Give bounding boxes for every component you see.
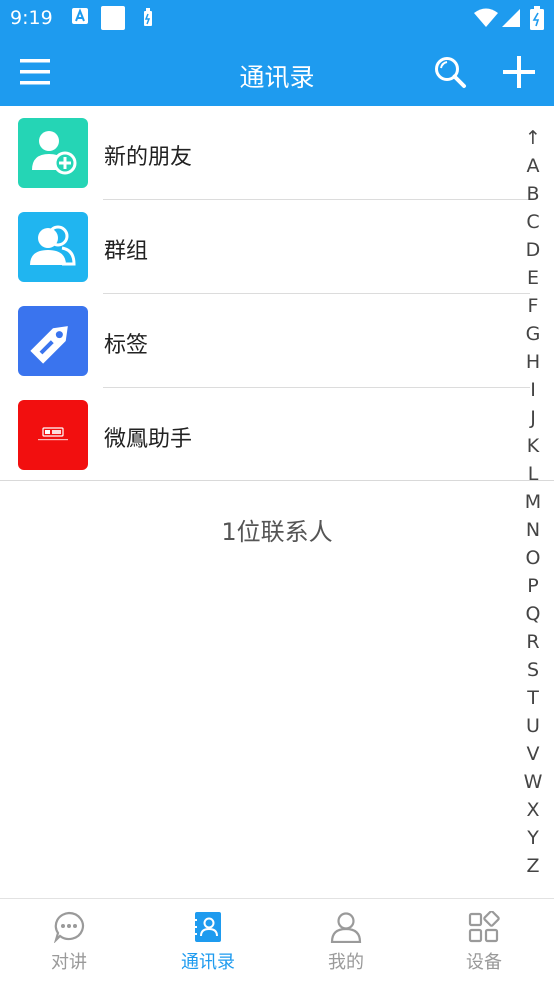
tab-talk[interactable]: 对讲 bbox=[0, 899, 138, 985]
index-letter[interactable]: I bbox=[522, 376, 544, 404]
index-letter[interactable]: D bbox=[522, 236, 544, 264]
tag-icon bbox=[18, 306, 88, 376]
index-letter[interactable]: G bbox=[522, 320, 544, 348]
groups-row[interactable]: 群组 bbox=[0, 200, 554, 294]
index-letter[interactable]: Z bbox=[522, 852, 544, 880]
index-letter[interactable]: L bbox=[522, 460, 544, 488]
index-letter[interactable]: M bbox=[522, 488, 544, 516]
add-icon[interactable] bbox=[502, 55, 536, 89]
group-icon bbox=[18, 212, 88, 282]
row-label-tags: 标签 bbox=[104, 333, 149, 358]
status-bar: 9:19 bbox=[0, 0, 554, 38]
cell-signal-icon bbox=[502, 9, 520, 27]
index-letter[interactable]: V bbox=[522, 740, 544, 768]
alphabet-index-bar[interactable]: ↑ A B C D E F G H I J K L M N O P Q R S T U V W X Y Z bbox=[522, 124, 544, 880]
contacts-icon bbox=[193, 912, 221, 942]
index-letter[interactable]: E bbox=[522, 264, 544, 292]
search-icon[interactable] bbox=[433, 55, 467, 89]
notification-a-icon bbox=[72, 8, 88, 24]
chat-icon bbox=[53, 911, 85, 943]
index-letter[interactable]: Q bbox=[522, 600, 544, 628]
index-letter[interactable]: W bbox=[522, 768, 544, 796]
index-letter[interactable]: F bbox=[522, 292, 544, 320]
assistant-logo-icon bbox=[18, 400, 88, 470]
row-label-new-friends: 新的朋友 bbox=[104, 145, 193, 170]
index-letter[interactable]: O bbox=[522, 544, 544, 572]
index-letter[interactable]: R bbox=[522, 628, 544, 656]
index-letter[interactable]: C bbox=[522, 208, 544, 236]
contact-count: 1位联系人 bbox=[221, 518, 333, 546]
index-letter[interactable]: J bbox=[522, 404, 544, 432]
assistant-row[interactable]: 微鳳助手 bbox=[0, 388, 554, 482]
row-label-groups: 群组 bbox=[104, 239, 149, 264]
tab-contacts[interactable]: 通讯录 bbox=[139, 899, 277, 985]
index-letter[interactable]: N bbox=[522, 516, 544, 544]
divider bbox=[0, 480, 554, 481]
tab-devices[interactable]: 设备 bbox=[415, 899, 553, 985]
tab-mine[interactable]: 我的 bbox=[277, 899, 415, 985]
wifi-icon bbox=[474, 8, 498, 27]
index-letter[interactable]: Y bbox=[522, 824, 544, 852]
notification-square-icon bbox=[101, 6, 125, 30]
notification-battery-icon bbox=[144, 8, 152, 26]
battery-icon bbox=[530, 6, 544, 30]
new-friends-row[interactable]: 新的朋友 bbox=[0, 106, 554, 200]
index-letter[interactable]: B bbox=[522, 180, 544, 208]
index-letter[interactable]: X bbox=[522, 796, 544, 824]
new-friend-icon bbox=[18, 118, 88, 188]
index-letter[interactable]: K bbox=[522, 432, 544, 460]
row-label-assistant: 微鳳助手 bbox=[104, 427, 193, 452]
index-letter[interactable]: A bbox=[522, 152, 544, 180]
tab-label-mine: 我的 bbox=[328, 952, 364, 973]
index-letter[interactable]: P bbox=[522, 572, 544, 600]
tab-label-talk: 对讲 bbox=[51, 952, 87, 973]
page-title: 通讯录 bbox=[239, 63, 315, 92]
index-letter[interactable]: U bbox=[522, 712, 544, 740]
tab-label-contacts: 通讯录 bbox=[181, 952, 235, 973]
index-letter[interactable]: H bbox=[522, 348, 544, 376]
tab-label-devices: 设备 bbox=[466, 952, 502, 973]
profile-icon bbox=[330, 912, 362, 943]
bottom-tab-bar: 对讲 通讯录 我的 设备 bbox=[0, 898, 554, 985]
index-letter[interactable]: T bbox=[522, 684, 544, 712]
app-bar: 通讯录 bbox=[0, 38, 554, 106]
devices-icon bbox=[468, 911, 500, 943]
index-letter[interactable]: S bbox=[522, 656, 544, 684]
status-time: 9:19 bbox=[10, 7, 53, 29]
index-letter[interactable]: ↑ bbox=[522, 124, 544, 152]
menu-list: 新的朋友 群组 标签 微鳳助手 bbox=[0, 106, 554, 482]
tags-row[interactable]: 标签 bbox=[0, 294, 554, 388]
